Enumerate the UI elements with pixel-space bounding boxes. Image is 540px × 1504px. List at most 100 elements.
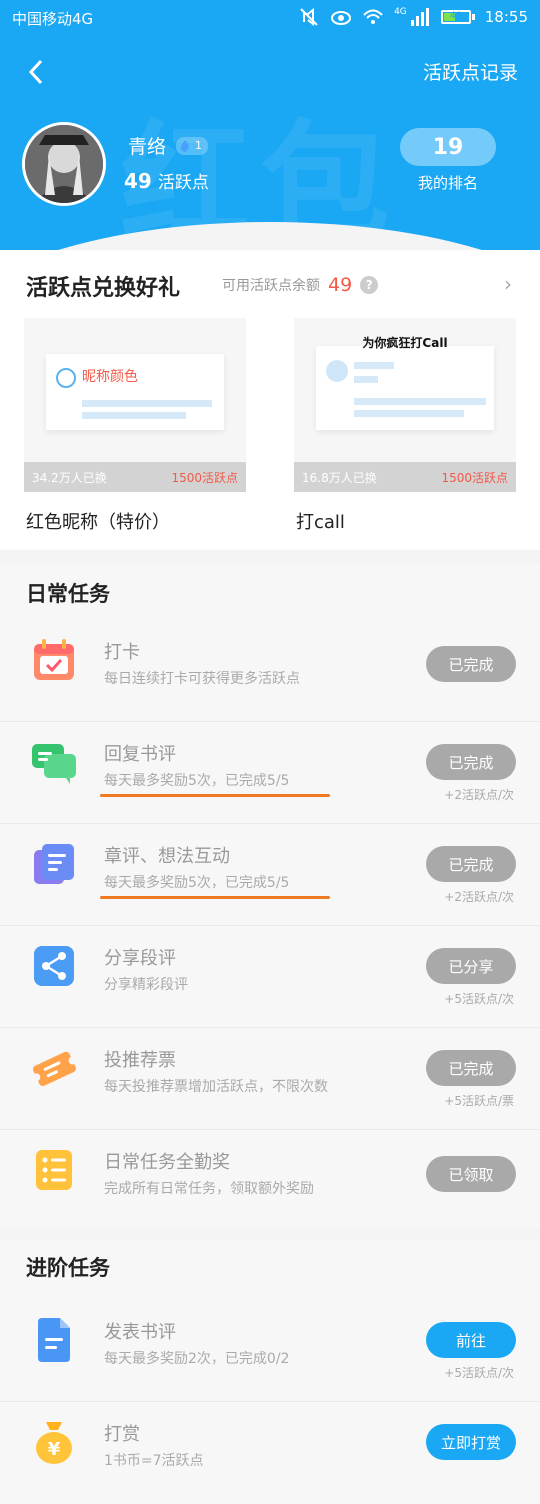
gift-cost: 1500活跃点 bbox=[171, 470, 238, 485]
exchange-title: 活跃点兑换好礼 bbox=[26, 276, 181, 301]
help-icon[interactable]: ? bbox=[360, 276, 379, 294]
share-icon bbox=[34, 946, 74, 986]
task-title: 打卡 bbox=[104, 642, 140, 663]
exchange-more-icon[interactable]: › bbox=[504, 272, 512, 296]
task-checkin: 打卡 每日连续打卡可获得更多活跃点 已完成 bbox=[0, 620, 540, 722]
gift-preview: 为你疯狂打Call bbox=[316, 336, 494, 430]
task-title: 日常任务全勤奖 bbox=[104, 1152, 230, 1173]
task-reward: +2活跃点/次 bbox=[444, 890, 514, 904]
placeholder-line bbox=[354, 410, 464, 417]
level-value: 1 bbox=[195, 139, 203, 152]
gift-card-call[interactable]: 为你疯狂打Call 16.8万人已换 1500活跃点 bbox=[294, 318, 516, 492]
signal-icon bbox=[410, 8, 429, 26]
ticket-icon bbox=[32, 1051, 77, 1087]
task-reply-review: 回复书评 每天最多奖励5次，已完成5/5 已完成 +2活跃点/次 bbox=[0, 722, 540, 824]
advanced-tasks-section: 进阶任务 发表书评 每天最多奖励2次，已完成0/2 前往 +5活跃点/次 ¥ 打… bbox=[0, 1240, 540, 1504]
user-points-value: 49 bbox=[124, 169, 152, 193]
flame-icon bbox=[180, 139, 189, 152]
rank-button[interactable]: 19 bbox=[400, 128, 496, 166]
task-title: 回复书评 bbox=[104, 744, 176, 765]
gift-preview-title: 昵称颜色 bbox=[82, 369, 138, 385]
balance-value: 49 bbox=[328, 274, 353, 296]
task-reward: +2活跃点/次 bbox=[444, 788, 514, 802]
task-desc: 每天最多奖励2次，已完成0/2 bbox=[104, 1351, 290, 1367]
task-chapter-comment: 章评、想法互动 每天最多奖励5次，已完成5/5 已完成 +2活跃点/次 bbox=[0, 824, 540, 926]
balance-label: 可用活跃点余额 bbox=[222, 278, 320, 294]
placeholder-line bbox=[354, 376, 378, 383]
battery-level: 44 bbox=[450, 11, 462, 21]
document-icon bbox=[38, 1318, 70, 1362]
task-desc: 每天最多奖励5次，已完成5/5 bbox=[104, 773, 290, 789]
placeholder-line bbox=[354, 362, 394, 369]
daily-tasks-section: 日常任务 打卡 每日连续打卡可获得更多活跃点 已完成 回复书评 每天最多奖励5次… bbox=[0, 564, 540, 1228]
money-bag-icon: ¥ bbox=[36, 1422, 72, 1464]
task-tip: ¥ 打赏 1书币=7活跃点 立即打赏 bbox=[0, 1402, 540, 1504]
chevron-left-icon bbox=[28, 59, 43, 85]
task-reward: +5活跃点/次 bbox=[444, 1366, 514, 1380]
placeholder-line bbox=[82, 412, 186, 419]
task-title: 投推荐票 bbox=[104, 1050, 176, 1071]
task-title: 发表书评 bbox=[104, 1322, 176, 1343]
task-desc: 每日连续打卡可获得更多活跃点 bbox=[104, 671, 300, 687]
gift-footer: 34.2万人已换 1500活跃点 bbox=[24, 462, 246, 492]
points-record-link[interactable]: 活跃点记录 bbox=[423, 58, 518, 85]
task-status-button[interactable]: 已完成 bbox=[426, 846, 516, 882]
status-bar: 中国移动4G 4G 44 18:55 bbox=[0, 0, 540, 36]
carrier-label: 中国移动4G bbox=[12, 10, 94, 28]
gift-count: 16.8万人已换 bbox=[302, 470, 377, 485]
svg-text:¥: ¥ bbox=[48, 1439, 61, 1460]
notes-icon bbox=[34, 844, 74, 884]
task-title: 章评、想法互动 bbox=[104, 846, 230, 867]
mute-icon bbox=[300, 7, 318, 27]
gift-cost: 1500活跃点 bbox=[441, 470, 508, 485]
task-reward: +5活跃点/票 bbox=[444, 1094, 514, 1108]
task-desc: 每天投推荐票增加活跃点，不限次数 bbox=[104, 1079, 328, 1095]
go-button[interactable]: 前往 bbox=[426, 1322, 516, 1358]
gift-count: 34.2万人已换 bbox=[32, 470, 107, 485]
advanced-tasks-title: 进阶任务 bbox=[26, 1256, 110, 1280]
highlight-underline bbox=[100, 896, 330, 899]
exchange-balance: 可用活跃点余额 49 ? bbox=[222, 274, 379, 296]
task-title: 分享段评 bbox=[104, 948, 176, 969]
daily-tasks-title: 日常任务 bbox=[26, 582, 110, 606]
exchange-section: 活跃点兑换好礼 可用活跃点余额 49 ? › 昵称颜色 34.2万人已换 150… bbox=[0, 250, 540, 550]
back-button[interactable] bbox=[18, 54, 54, 90]
gift-footer: 16.8万人已换 1500活跃点 bbox=[294, 462, 516, 492]
task-status-button[interactable]: 已领取 bbox=[426, 1156, 516, 1192]
user-nickname-row: 青络 1 bbox=[128, 132, 209, 159]
network-type: 4G bbox=[394, 7, 407, 17]
avatar-image bbox=[25, 125, 103, 203]
task-status-button[interactable]: 已完成 bbox=[426, 1050, 516, 1086]
rank-label: 我的排名 bbox=[417, 174, 478, 192]
task-vote-ticket: 投推荐票 每天投推荐票增加活跃点，不限次数 已完成 +5活跃点/票 bbox=[0, 1028, 540, 1130]
status-time: 18:55 bbox=[484, 8, 528, 26]
task-desc: 完成所有日常任务，领取额外奖励 bbox=[104, 1181, 314, 1197]
avatar-placeholder bbox=[326, 360, 348, 382]
gift-preview-title: 为你疯狂打Call bbox=[362, 336, 448, 350]
level-badge: 1 bbox=[176, 136, 209, 155]
task-desc: 分享精彩段评 bbox=[104, 977, 188, 993]
gift-name[interactable]: 红色昵称（特价） bbox=[26, 508, 170, 534]
task-desc: 1书币=7活跃点 bbox=[104, 1453, 204, 1469]
list-icon bbox=[36, 1150, 72, 1190]
task-share-paragraph: 分享段评 分享精彩段评 已分享 +5活跃点/次 bbox=[0, 926, 540, 1028]
task-title: 打赏 bbox=[104, 1424, 140, 1445]
status-icons: 4G 44 18:55 bbox=[298, 6, 528, 28]
calendar-icon bbox=[34, 639, 74, 680]
task-status-button[interactable]: 已完成 bbox=[426, 744, 516, 780]
placeholder-line bbox=[354, 398, 486, 405]
eye-comfort-icon bbox=[331, 11, 352, 25]
person-icon bbox=[56, 368, 76, 388]
task-reward: +5活跃点/次 bbox=[444, 992, 514, 1006]
user-nickname: 青络 bbox=[128, 136, 167, 158]
profile-header: 红包 中国移动4G 4G 44 18:55 活跃点记录 青络 1 49 活跃点 … bbox=[0, 0, 540, 260]
placeholder-line bbox=[82, 400, 212, 407]
gift-preview: 昵称颜色 bbox=[46, 354, 224, 430]
task-daily-attendance: 日常任务全勤奖 完成所有日常任务，领取额外奖励 已领取 bbox=[0, 1130, 540, 1232]
gift-card-red-nickname[interactable]: 昵称颜色 34.2万人已换 1500活跃点 bbox=[24, 318, 246, 492]
avatar[interactable] bbox=[22, 122, 106, 206]
task-status-button[interactable]: 已完成 bbox=[426, 646, 516, 682]
gift-name[interactable]: 打call bbox=[296, 508, 345, 534]
task-status-button[interactable]: 已分享 bbox=[426, 948, 516, 984]
tip-now-button[interactable]: 立即打赏 bbox=[426, 1424, 516, 1460]
